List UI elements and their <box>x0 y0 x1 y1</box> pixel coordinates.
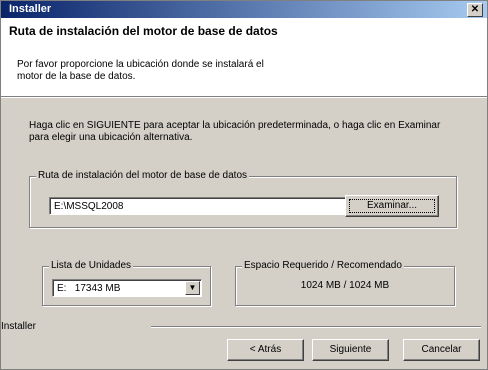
back-button-label: < Atrás <box>249 344 282 355</box>
drive-list-group: Lista de Unidades E: 17343 MB ▼ <box>42 260 211 306</box>
install-path-group: Ruta de instalación del motor de base de… <box>29 170 457 228</box>
cancel-button[interactable]: Cancelar <box>403 339 480 361</box>
title-bar[interactable]: Installer ✕ <box>1 1 487 18</box>
header-divider <box>1 97 487 98</box>
page-title: Ruta de instalación del motor de base de… <box>9 24 278 38</box>
next-button-label: Siguiente <box>329 344 372 355</box>
footer-divider <box>151 326 481 327</box>
header-panel: Ruta de instalación del motor de base de… <box>1 18 487 97</box>
footer-brand-label: Installer <box>1 321 37 332</box>
installer-window: Installer ✕ Ruta de instalación del moto… <box>0 0 488 370</box>
install-path-group-label: Ruta de instalación del motor de base de… <box>36 170 250 181</box>
drive-select[interactable]: E: 17343 MB ▼ <box>52 279 202 297</box>
intro-text: Haga clic en SIGUIENTE para aceptar la u… <box>29 120 441 143</box>
chevron-down-icon[interactable]: ▼ <box>185 281 200 295</box>
back-button[interactable]: < Atrás <box>227 339 304 361</box>
close-icon[interactable]: ✕ <box>467 3 483 17</box>
next-button[interactable]: Siguiente <box>312 339 389 361</box>
drive-select-value: E: 17343 MB <box>57 283 121 294</box>
install-path-input[interactable]: E:\MSSQL2008 <box>49 197 354 215</box>
space-required-group-label: Espacio Requerido / Recomendado <box>242 260 404 271</box>
space-required-group: Espacio Requerido / Recomendado 1024 MB … <box>235 260 455 306</box>
browse-button-label: Examinar... <box>366 200 418 211</box>
window-title: Installer <box>9 3 52 15</box>
page-subtitle: Por favor proporcione la ubicación donde… <box>17 59 264 82</box>
cancel-button-label: Cancelar <box>421 344 462 355</box>
space-required-value: 1024 MB / 1024 MB <box>300 280 390 291</box>
drive-list-group-label: Lista de Unidades <box>49 260 134 271</box>
browse-button[interactable]: Examinar... <box>345 195 439 217</box>
